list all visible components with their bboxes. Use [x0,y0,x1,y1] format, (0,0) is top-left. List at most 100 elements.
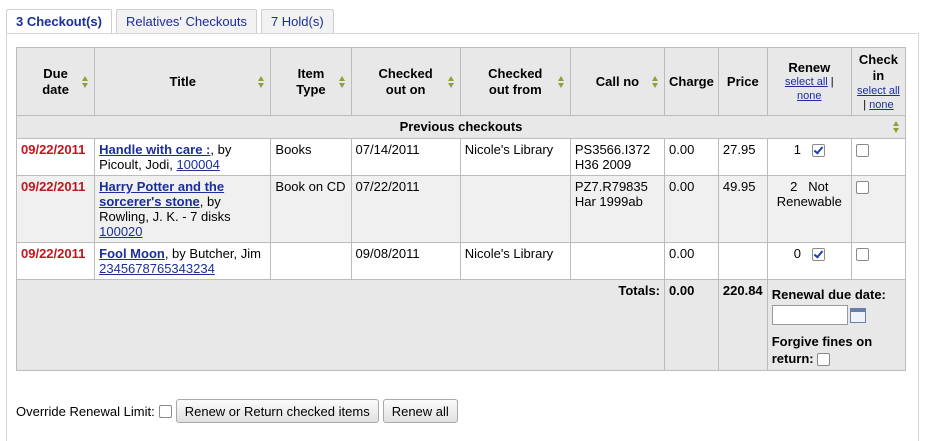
renew-select-links: select all | none [772,75,847,103]
item-type-cell: Book on CD [270,175,352,243]
renew-count: 0 [793,246,801,261]
renew-status: Not Renewable [776,179,842,209]
checkin-select-links: select all | none [856,84,901,112]
title-link[interactable]: Handle with care : [99,142,210,157]
checkin-checkbox[interactable] [855,144,869,158]
bottom-actions: Override Renewal Limit: Renew or Return … [16,398,458,424]
header-checked-out-on[interactable]: Checked out on [350,47,461,116]
header-checked-out-from[interactable]: Checked out from [459,47,571,116]
renewal-due-field [771,305,901,325]
due-date-cell: 09/22/2011 [15,138,96,176]
sort-arrows-icon [447,75,455,88]
call-no-cell: PS3566.I372 H36 2009 [569,138,666,176]
checkin-checkbox[interactable] [855,248,869,262]
renew-or-return-button[interactable]: Renew or Return checked items [175,399,379,423]
override-renewal-label: Override Renewal Limit: [16,403,155,419]
table-row: 09/22/2011 Fool Moon, by Butcher, Jim 23… [15,242,907,280]
checkin-select-all-link[interactable]: select all [857,85,900,97]
checked-out-from-cell [459,175,571,243]
header-renew-label: Renew [788,60,831,75]
sort-arrows-icon [82,75,89,88]
checked-out-from-cell: Nicole's Library [459,138,571,176]
charge-cell: 0.00 [664,138,719,176]
override-renewal-checkbox[interactable] [158,404,172,418]
header-checked-out-from-label: Checked out from [488,65,543,97]
renew-select-none-link[interactable]: none [797,90,821,102]
barcode-link[interactable]: 2345678765343234 [99,261,215,276]
charge-cell: 0.00 [664,175,719,243]
author-text: , by Butcher, Jim [164,246,261,261]
header-due-date-label: Due date [42,65,69,97]
title-cell: Fool Moon, by Butcher, Jim 2345678765343… [94,242,272,280]
title-cell: Harry Potter and the sorcerer's stone, b… [94,175,272,243]
tab-checkouts[interactable]: 3 Checkout(s) [6,9,112,36]
barcode-link[interactable]: 100004 [176,157,219,172]
totals-label: Totals: [15,279,666,371]
totals-row: Totals: 0.00 220.84 Renewal due date: Fo… [15,279,907,371]
group-row-previous-checkouts: Previous checkouts [16,115,906,139]
header-title-label: Title [169,73,197,89]
renew-select-all-link[interactable]: select all [785,76,828,88]
tab-relatives-checkouts[interactable]: Relatives' Checkouts [115,9,257,35]
sort-arrows-icon [652,75,659,88]
sort-arrows-icon [893,121,900,133]
checkin-checkbox[interactable] [855,181,869,195]
table-row: 09/22/2011 Harry Potter and the sorcerer… [15,175,907,243]
renew-all-button[interactable]: Renew all [382,399,458,423]
renew-checkbox[interactable] [811,248,825,262]
header-charge-label: Charge [669,73,714,89]
header-call-no-label: Call no [595,73,640,89]
header-title[interactable]: Title [94,47,272,116]
sort-arrows-icon [557,75,565,88]
forgive-fines-row: Forgive fines on return: [772,333,901,367]
price-cell: 27.95 [717,138,768,176]
header-row: Due date Title Item Type Checked out on … [15,47,907,116]
header-price: Price [717,47,768,116]
title-cell: Handle with care :, by Picoult, Jodi, 10… [94,138,272,176]
checkouts-table: Due date Title Item Type Checked out on … [15,47,907,371]
checked-out-from-cell: Nicole's Library [459,242,571,280]
totals-price: 220.84 [717,279,768,371]
header-check-in-label: Check in [858,51,898,83]
price-cell: 49.95 [717,175,768,243]
due-date-cell: 09/22/2011 [15,242,96,280]
call-no-cell: PZ7.R79835 Har 1999ab [569,175,666,243]
renew-count: 2 [790,179,798,194]
header-call-no[interactable]: Call no [569,47,666,116]
renew-cell: 1 [766,138,852,176]
header-due-date[interactable]: Due date [15,47,96,116]
header-price-label: Price [726,73,759,89]
tab-holds[interactable]: 7 Hold(s) [260,9,334,35]
checkin-links-separator: | [863,98,867,111]
checked-out-on-cell: 09/08/2011 [350,242,461,280]
item-type-cell: Books [270,138,352,176]
header-check-in: Check in select all | none [850,47,907,116]
group-label-cell: Previous checkouts [16,115,906,139]
checkouts-panel: Due date Title Item Type Checked out on … [6,33,919,441]
header-item-type[interactable]: Item Type [270,47,352,116]
group-label: Previous checkouts [399,119,523,134]
checked-out-on-cell: 07/14/2011 [350,138,461,176]
price-cell [717,242,768,280]
checkin-select-none-link[interactable]: none [869,99,893,111]
item-type-cell [270,242,352,280]
barcode-link[interactable]: 100020 [99,224,142,239]
calendar-icon[interactable] [849,307,866,323]
checkin-cell [850,175,907,243]
renewal-due-label: Renewal due date: [771,287,886,302]
header-item-type-label: Item Type [296,65,326,97]
renew-count: 1 [793,142,801,157]
renewal-due-date-input[interactable] [771,305,848,325]
renew-checkbox[interactable] [811,144,825,158]
tab-bar: 3 Checkout(s) Relatives' Checkouts 7 Hol… [6,9,334,36]
forgive-fines-checkbox[interactable] [817,353,831,367]
title-link[interactable]: Fool Moon [99,246,165,261]
charge-cell: 0.00 [664,242,719,280]
sort-arrows-icon [338,75,346,88]
header-charge: Charge [664,47,719,116]
checkin-cell [850,242,907,280]
table-row: 09/22/2011 Handle with care :, by Picoul… [15,138,907,176]
totals-charge: 0.00 [664,279,719,371]
header-renew: Renew select all | none [766,47,852,116]
due-date-cell: 09/22/2011 [15,175,96,243]
